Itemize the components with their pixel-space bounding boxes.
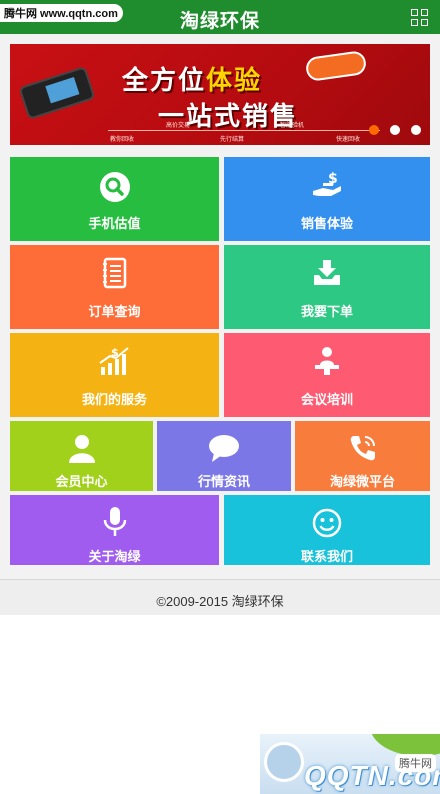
tile-sales-experience[interactable]: $ 销售体验 [224,157,430,241]
watermark-emblem-icon [264,742,304,782]
tile-label: 手机估值 [88,216,141,231]
tile-phone-valuation[interactable]: 手机估值 [10,157,219,241]
banner-step: 高价交易 [166,123,191,129]
tile-label: 我要下单 [300,304,353,319]
tile-order-query[interactable]: 订单查询 [10,245,219,329]
promo-badge-icon [304,49,368,83]
tile-label: 会员中心 [55,474,108,489]
tile-wechat-platform[interactable]: 淘绿微平台 [295,421,430,491]
tile-label: 我们的服务 [81,392,147,407]
grid-icon[interactable] [411,9,428,26]
tile-place-order[interactable]: 我要下单 [224,245,430,329]
hand-money-icon: $ [313,171,341,196]
tile-our-services[interactable]: $ 我们的服务 [10,333,219,417]
slide-dot[interactable] [411,125,421,135]
promo-banner[interactable]: 全方位体验 一站式销售 高价交易 智能验机 教你回收 先行结算 快速回收 [10,44,430,145]
presenter-icon [315,347,339,375]
banner-step: 教你回收 [110,137,135,143]
download-tray-icon [314,260,340,285]
tile-about-us[interactable]: 关于淘绿 [10,495,219,565]
tile-label: 订单查询 [88,304,141,319]
tile-meeting-training[interactable]: 会议培训 [224,333,430,417]
tile-label: 会议培训 [300,392,353,407]
tile-label: 关于淘绿 [88,549,141,564]
smiley-icon [312,508,342,538]
growth-chart-icon: $ [98,346,129,375]
tile-member-center[interactable]: 会员中心 [10,421,153,491]
phone-icon [350,436,375,461]
slide-dot-active[interactable] [369,125,379,135]
tile-label: 联系我们 [300,549,353,564]
search-icon [99,172,130,202]
page-title: 淘绿环保 [179,11,260,32]
banner-step: 智能验机 [280,123,305,129]
banner-headline-1: 全方位体验 [122,65,263,95]
banner-step: 先行结算 [220,137,245,143]
watermark-arc [370,734,440,756]
tile-label: 行情资讯 [197,474,250,489]
slide-dot[interactable] [390,125,400,135]
banner-step: 快速回收 [336,137,361,143]
user-icon [68,435,95,463]
tile-label: 淘绿微平台 [329,474,395,489]
tile-contact-us[interactable]: 联系我们 [224,495,430,565]
copyright-footer: ©2009-2015 淘绿环保 [0,579,440,615]
microphone-icon [103,507,126,536]
notebook-icon [102,257,126,289]
tile-market-news[interactable]: 行情资讯 [157,421,291,491]
speech-bubble-icon [209,435,239,462]
app-header: 腾牛网 www.qqtn.com 淘绿环保 [0,0,440,34]
banner-timeline [108,130,380,131]
watermark-tag: 腾牛网 [395,754,436,772]
watermark-logo: QQTN.com 腾牛网 [260,734,440,794]
handheld-device-image [18,66,96,120]
tile-label: 销售体验 [300,216,353,231]
